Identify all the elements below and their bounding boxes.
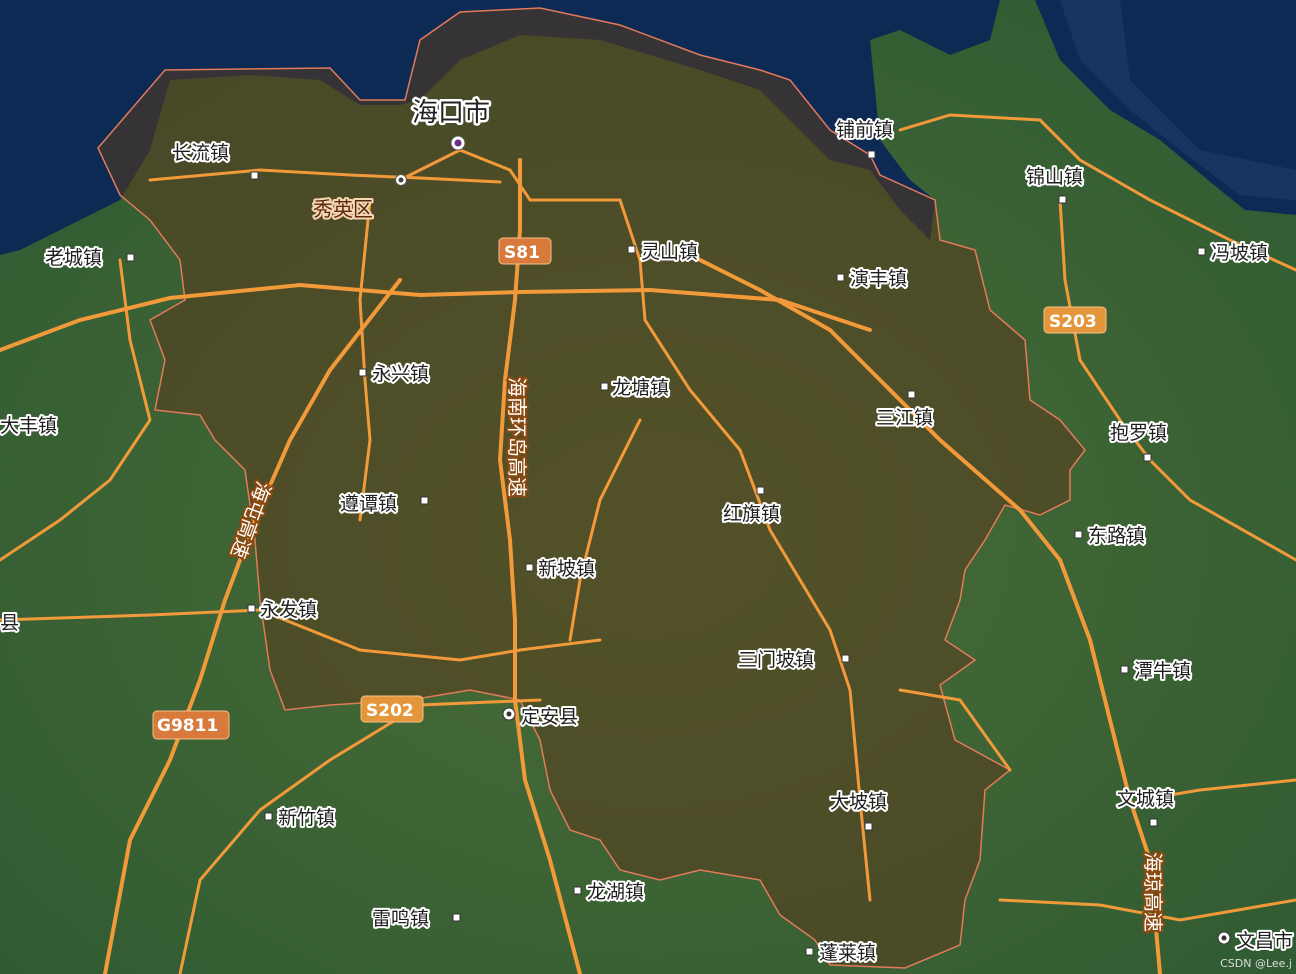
road-label-haiqiong: 海琼高速 bbox=[1141, 852, 1165, 932]
road-label-huan-dao: 海南环岛高速 bbox=[505, 377, 529, 497]
svg-text:G9811: G9811 bbox=[157, 716, 218, 736]
svg-text:新坡镇: 新坡镇 bbox=[538, 558, 595, 580]
svg-text:龙塘镇: 龙塘镇 bbox=[612, 377, 669, 399]
svg-text:文昌市: 文昌市 bbox=[1236, 930, 1293, 952]
svg-text:大丰镇: 大丰镇 bbox=[0, 415, 57, 437]
map-canvas[interactable]: 海口市 秀英区 S81 S203 S202 G9811 海南环岛高速 海屯高速 … bbox=[0, 0, 1296, 974]
haikou-city-marker[interactable] bbox=[450, 135, 466, 151]
svg-text:东路镇: 东路镇 bbox=[1088, 525, 1145, 547]
svg-text:定安县: 定安县 bbox=[521, 706, 578, 728]
town-dafeng[interactable]: 大丰镇 bbox=[0, 413, 59, 439]
svg-text:灵山镇: 灵山镇 bbox=[641, 241, 698, 263]
svg-text:长流镇: 长流镇 bbox=[172, 142, 229, 164]
svg-text:老城镇: 老城镇 bbox=[45, 247, 102, 269]
svg-text:永发镇: 永发镇 bbox=[260, 599, 317, 621]
svg-text:雷鸣镇: 雷鸣镇 bbox=[372, 908, 429, 930]
xiuying-marker[interactable] bbox=[395, 174, 407, 186]
edge-county-fragment: 县 bbox=[0, 612, 19, 634]
district-label-xiuying: 秀英区 bbox=[313, 197, 373, 221]
svg-text:潭牛镇: 潭牛镇 bbox=[1134, 660, 1191, 682]
svg-text:大坡镇: 大坡镇 bbox=[830, 791, 887, 813]
svg-text:冯坡镇: 冯坡镇 bbox=[1211, 242, 1268, 264]
watermark: CSDN @Lee.j bbox=[1220, 957, 1292, 970]
svg-text:新竹镇: 新竹镇 bbox=[278, 807, 335, 829]
svg-text:三江镇: 三江镇 bbox=[876, 407, 933, 429]
svg-text:S202: S202 bbox=[366, 701, 414, 721]
road-badge-s203[interactable]: S203 bbox=[1043, 306, 1107, 334]
svg-text:遵谭镇: 遵谭镇 bbox=[340, 493, 397, 515]
svg-text:铺前镇: 铺前镇 bbox=[836, 119, 893, 141]
svg-text:抱罗镇: 抱罗镇 bbox=[1110, 422, 1167, 444]
road-badge-s202[interactable]: S202 bbox=[360, 695, 424, 723]
svg-text:红旗镇: 红旗镇 bbox=[723, 503, 780, 525]
road-badge-g9811[interactable]: G9811 bbox=[152, 710, 230, 740]
town-longtang[interactable]: 龙塘镇 bbox=[600, 375, 671, 401]
svg-text:永兴镇: 永兴镇 bbox=[372, 363, 429, 385]
svg-text:S81: S81 bbox=[504, 243, 540, 263]
svg-text:三门坡镇: 三门坡镇 bbox=[738, 649, 814, 671]
svg-text:蓬莱镇: 蓬莱镇 bbox=[819, 942, 876, 964]
city-label-haikou: 海口市 bbox=[412, 98, 490, 128]
svg-text:文城镇: 文城镇 bbox=[1117, 788, 1174, 810]
svg-text:龙湖镇: 龙湖镇 bbox=[587, 881, 644, 903]
svg-text:锦山镇: 锦山镇 bbox=[1026, 166, 1083, 188]
svg-text:演丰镇: 演丰镇 bbox=[850, 268, 907, 290]
svg-text:S203: S203 bbox=[1049, 312, 1097, 332]
road-badge-s81[interactable]: S81 bbox=[498, 237, 552, 265]
